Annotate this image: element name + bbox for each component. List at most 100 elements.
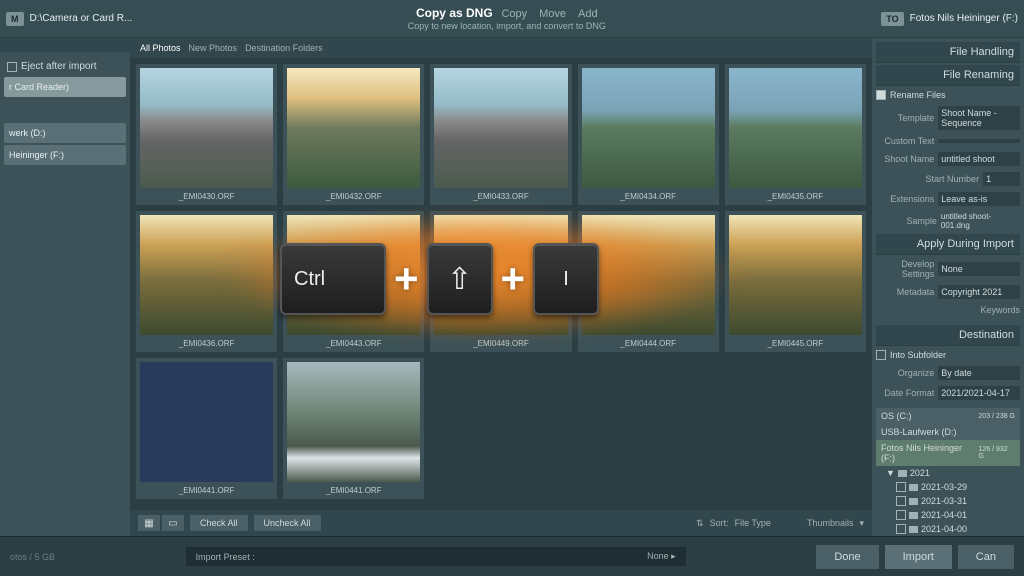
extensions-select[interactable]: Leave as-is: [938, 192, 1020, 206]
right-panel: File Handling File Renaming Rename Files…: [872, 38, 1024, 536]
checkbox-icon[interactable]: [896, 510, 906, 520]
status-text: otos / 5 GB: [10, 552, 55, 562]
action-subtitle: Copy to new location, import, and conver…: [132, 21, 881, 31]
drive-usb[interactable]: USB-Laufwerk (D:): [876, 424, 1020, 440]
into-subfolder-option[interactable]: Into Subfolder: [876, 348, 1020, 362]
thumbnail[interactable]: _EMI0445.ORF: [725, 211, 866, 352]
thumbnail[interactable]: _EMI0430.ORF: [136, 64, 277, 205]
device-d[interactable]: werk (D:): [4, 123, 126, 143]
template-select[interactable]: Shoot Name - Sequence: [938, 106, 1020, 130]
keywords-label: Keywords: [876, 305, 1020, 315]
tree-date-folder[interactable]: 2021-04-01: [896, 508, 1020, 522]
drive-os[interactable]: OS (C:)203 / 238 G: [876, 408, 1020, 424]
checkbox-icon[interactable]: [896, 482, 906, 492]
device-f[interactable]: Heininger (F:): [4, 145, 126, 165]
organize-label: Organize: [876, 368, 934, 378]
custom-text-label: Custom Text: [876, 136, 934, 146]
sort-value[interactable]: File Type: [735, 518, 771, 528]
drive-selected[interactable]: Fotos Nils Heininger (F:)126 / 932 G: [876, 440, 1020, 466]
import-mode: Copy as DNG Copy Move Add Copy to new lo…: [132, 6, 881, 31]
folder-icon: [898, 470, 907, 477]
key-shift: ⇧: [427, 243, 493, 315]
uncheck-all-button[interactable]: Uncheck All: [254, 515, 321, 531]
chevron-down-icon[interactable]: ▾: [859, 518, 864, 529]
keyboard-shortcut-overlay: Ctrl + ⇧ + I: [280, 243, 599, 315]
source-area: M D:\Camera or Card R...: [6, 12, 132, 26]
key-ctrl: Ctrl: [280, 243, 386, 315]
checkbox-icon[interactable]: [896, 524, 906, 534]
shift-arrow-icon: ⇧: [447, 262, 472, 297]
rename-files-option[interactable]: Rename Files: [876, 88, 1020, 102]
done-button[interactable]: Done: [816, 545, 878, 569]
single-view-icon[interactable]: ▭: [162, 515, 184, 531]
sort-icon[interactable]: ⇅: [696, 518, 704, 529]
folder-icon: [909, 512, 918, 519]
from-badge: M: [6, 12, 24, 26]
tree-date-folder[interactable]: 2021-03-29: [896, 480, 1020, 494]
thumbnail[interactable]: _EMI0435.ORF: [725, 64, 866, 205]
custom-text-input[interactable]: [938, 139, 1020, 143]
tab-dest-folders[interactable]: Destination Folders: [245, 43, 323, 53]
top-bar: M D:\Camera or Card R... Copy as DNG Cop…: [0, 0, 1024, 38]
preset-value[interactable]: None: [647, 551, 669, 561]
start-number-input[interactable]: 1: [983, 172, 1020, 186]
extensions-label: Extensions: [876, 194, 934, 204]
date-format-label: Date Format: [876, 388, 934, 398]
thumbnail[interactable]: _EMI0441.ORF: [136, 358, 277, 499]
action-active[interactable]: Copy as DNG: [416, 6, 493, 20]
plus-icon: +: [501, 255, 526, 303]
thumbnails-label: Thumbnails: [807, 518, 854, 528]
tab-add[interactable]: Add: [578, 8, 598, 20]
file-renaming-header[interactable]: File Renaming: [876, 65, 1020, 86]
tree-date-folder[interactable]: 2021-04-00: [896, 522, 1020, 536]
thumbnail[interactable]: _EMI0432.ORF: [283, 64, 424, 205]
import-button[interactable]: Import: [885, 545, 952, 569]
grid-toolbar: ▦ ▭ Check All Uncheck All ⇅ Sort: File T…: [130, 510, 872, 536]
source-path[interactable]: D:\Camera or Card R...: [30, 13, 133, 24]
checkbox-icon[interactable]: [896, 496, 906, 506]
tab-all-photos[interactable]: All Photos: [140, 43, 181, 53]
metadata-select[interactable]: Copyright 2021: [938, 285, 1020, 299]
tree-date-folder[interactable]: 2021-03-31: [896, 494, 1020, 508]
tab-new-photos[interactable]: New Photos: [189, 43, 238, 53]
to-badge: TO: [881, 12, 903, 26]
folder-icon: [909, 498, 918, 505]
thumbnail[interactable]: _EMI0434.ORF: [578, 64, 719, 205]
dest-path[interactable]: Fotos Nils Heininger (F:): [910, 13, 1018, 24]
key-i: I: [533, 243, 599, 315]
eject-option[interactable]: Eject after import: [4, 58, 126, 75]
organize-select[interactable]: By date: [938, 366, 1020, 380]
shoot-name-input[interactable]: untitled shoot: [938, 152, 1020, 166]
tab-copy[interactable]: Copy: [501, 8, 527, 20]
folder-icon: [909, 484, 918, 491]
apply-during-import-header[interactable]: Apply During Import: [876, 234, 1020, 255]
device-card-reader[interactable]: r Card Reader): [4, 77, 126, 97]
date-format-select[interactable]: 2021/2021-04-17: [938, 386, 1020, 400]
sample-value: untitled shoot-001.dng: [941, 212, 1020, 230]
thumbnail[interactable]: _EMI0433.ORF: [430, 64, 571, 205]
eject-label: Eject after import: [21, 61, 97, 72]
sort-label: Sort:: [710, 518, 729, 528]
grid-tabs: All Photos New Photos Destination Folder…: [130, 38, 872, 58]
sample-label: Sample: [876, 216, 937, 226]
develop-settings-select[interactable]: None: [938, 262, 1020, 276]
preset-label: Import Preset :: [196, 552, 255, 562]
shoot-name-label: Shoot Name: [876, 154, 934, 164]
checkbox-icon[interactable]: [876, 90, 886, 100]
import-preset-bar[interactable]: Import Preset : None ▸: [186, 547, 686, 566]
start-number-label: Start Number: [876, 174, 979, 184]
cancel-button[interactable]: Can: [958, 545, 1014, 569]
check-all-button[interactable]: Check All: [190, 515, 248, 531]
tree-year[interactable]: ▼ 2021: [886, 466, 1020, 480]
thumbnail[interactable]: _EMI0441.ORF: [283, 358, 424, 499]
metadata-label: Metadata: [876, 287, 934, 297]
grid-view-icon[interactable]: ▦: [138, 515, 160, 531]
file-handling-header[interactable]: File Handling: [876, 42, 1020, 63]
dest-area: TO Fotos Nils Heininger (F:): [881, 12, 1018, 26]
destination-header[interactable]: Destination: [876, 325, 1020, 346]
develop-settings-label: Develop Settings: [876, 259, 934, 279]
folder-icon: [909, 526, 918, 533]
checkbox-icon[interactable]: [7, 62, 17, 72]
checkbox-icon[interactable]: [876, 350, 886, 360]
tab-move[interactable]: Move: [539, 8, 566, 20]
